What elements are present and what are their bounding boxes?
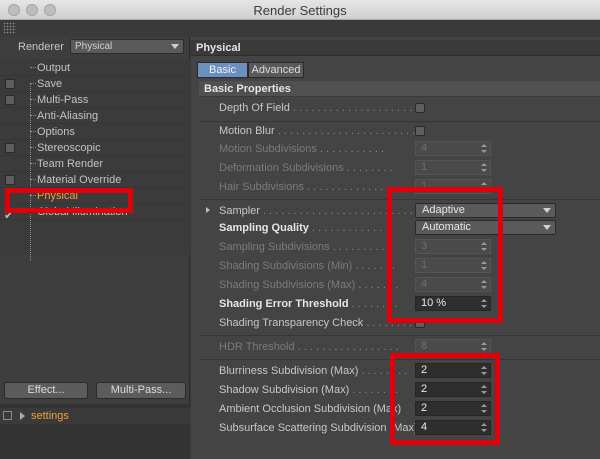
highlight-box: [390, 353, 500, 445]
effect-button[interactable]: Effect...: [4, 382, 88, 399]
settings-tree: Output Save Multi-Pass Anti-Aliasing Opt…: [0, 59, 190, 261]
tree-item-stereoscopic[interactable]: Stereoscopic: [0, 140, 189, 156]
depth-of-field-label: Depth Of Field: [219, 102, 290, 114]
stepper-icon[interactable]: [481, 163, 487, 172]
left-pane: Renderer Physical Output Save Multi-Pass…: [0, 37, 190, 459]
tree-item-label: Stereoscopic: [37, 142, 101, 154]
material-override-checkbox[interactable]: [5, 175, 15, 185]
stereoscopic-checkbox[interactable]: [5, 143, 15, 153]
depth-of-field-row: Depth Of Field . . . . . . . . . . . . .…: [199, 99, 600, 117]
tree-item-anti-aliasing[interactable]: Anti-Aliasing: [0, 108, 189, 124]
panel-title: Physical: [196, 42, 241, 54]
toolbar-strip: [0, 20, 600, 37]
preset-icon: [3, 411, 12, 420]
renderer-label: Renderer: [18, 41, 64, 53]
shading-subdiv-min-label: Shading Subdivisions (Min): [219, 260, 353, 272]
tree-item-label: Team Render: [37, 158, 104, 170]
tree-item-options[interactable]: Options: [0, 124, 189, 140]
preset-label: settings: [31, 410, 69, 422]
depth-of-field-checkbox[interactable]: [415, 103, 425, 113]
section-title: Basic Properties: [204, 83, 291, 95]
shadow-subdivision-label: Shadow Subdivision (Max): [219, 384, 350, 396]
tree-item-material-override[interactable]: Material Override: [0, 172, 189, 188]
tree-item-label: Options: [37, 126, 75, 138]
tab-advanced[interactable]: Advanced: [248, 62, 304, 78]
hdr-threshold-field[interactable]: 8: [415, 339, 491, 354]
tree-item-label: Multi-Pass: [37, 94, 89, 106]
preset-item[interactable]: settings: [0, 408, 190, 424]
tree-item-team-render[interactable]: Team Render: [0, 156, 189, 172]
tree-item-label: Output: [37, 62, 71, 74]
expand-arrow-icon[interactable]: [20, 412, 25, 420]
deformation-subdivisions-row: Deformation Subdivisions . . . . . . . .…: [199, 159, 600, 177]
sampling-subdivisions-label: Sampling Subdivisions: [219, 241, 330, 253]
blurriness-subdivision-label: Blurriness Subdivision (Max): [219, 365, 359, 377]
renderer-value: Physical: [75, 41, 113, 52]
hair-subdivisions-label: Hair Subdivisions: [219, 181, 304, 193]
motion-blur-label: Motion Blur: [219, 125, 275, 137]
expand-arrow-icon[interactable]: [206, 207, 210, 213]
window-title: Render Settings: [253, 3, 347, 18]
shading-transparency-check-label: Shading Transparency Check: [219, 317, 364, 329]
save-checkbox[interactable]: [5, 79, 15, 89]
properties-pane: Physical Basic Advanced Basic Properties…: [191, 37, 600, 459]
grip-icon[interactable]: [3, 22, 16, 34]
tree-item-label: Save: [37, 78, 63, 90]
shading-error-threshold-label: Shading Error Threshold: [219, 298, 349, 310]
highlight-box: [5, 188, 133, 213]
panel-header: Physical: [191, 40, 600, 56]
ao-subdivision-label: Ambient Occlusion Subdivision (Max): [219, 403, 402, 415]
chevron-down-icon: [171, 44, 179, 49]
deformation-subdivisions-label: Deformation Subdivisions: [219, 162, 344, 174]
multi-pass-button[interactable]: Multi-Pass...: [96, 382, 186, 399]
presets-panel: settings: [0, 404, 190, 459]
motion-blur-row: Motion Blur . . . . . . . . . . . . . . …: [199, 122, 600, 140]
sampler-label: Sampler: [219, 205, 260, 217]
tab-basic[interactable]: Basic: [197, 62, 248, 78]
motion-subdivisions-field[interactable]: 4: [415, 141, 491, 156]
motion-blur-checkbox[interactable]: [415, 126, 425, 136]
tree-item-label: Anti-Aliasing: [37, 110, 99, 122]
stepper-icon[interactable]: [481, 144, 487, 153]
sampling-quality-label: Sampling Quality: [219, 222, 309, 234]
tree-item-save[interactable]: Save: [0, 76, 189, 92]
sss-subdivision-label: Subsurface Scattering Subdivision (Max): [219, 422, 415, 434]
section-header: Basic Properties: [199, 81, 600, 97]
multi-pass-checkbox[interactable]: [5, 95, 15, 105]
motion-subdivisions-row: Motion Subdivisions . . . . . . . . . . …: [199, 140, 600, 158]
tree-item-multi-pass[interactable]: Multi-Pass: [0, 92, 189, 108]
chevron-down-icon: [543, 208, 551, 213]
stepper-icon[interactable]: [481, 342, 487, 351]
shading-subdiv-max-label: Shading Subdivisions (Max): [219, 279, 356, 291]
tree-item-output[interactable]: Output: [0, 60, 189, 76]
hdr-threshold-label: HDR Threshold: [219, 341, 295, 353]
renderer-select[interactable]: Physical: [70, 39, 184, 54]
motion-subdivisions-label: Motion Subdivisions: [219, 143, 317, 155]
chevron-down-icon: [543, 225, 551, 230]
tree-item-label: Material Override: [37, 174, 122, 186]
window-titlebar: Render Settings: [0, 0, 600, 20]
highlight-box: [387, 187, 503, 323]
deformation-subdivisions-field[interactable]: 1: [415, 160, 491, 175]
